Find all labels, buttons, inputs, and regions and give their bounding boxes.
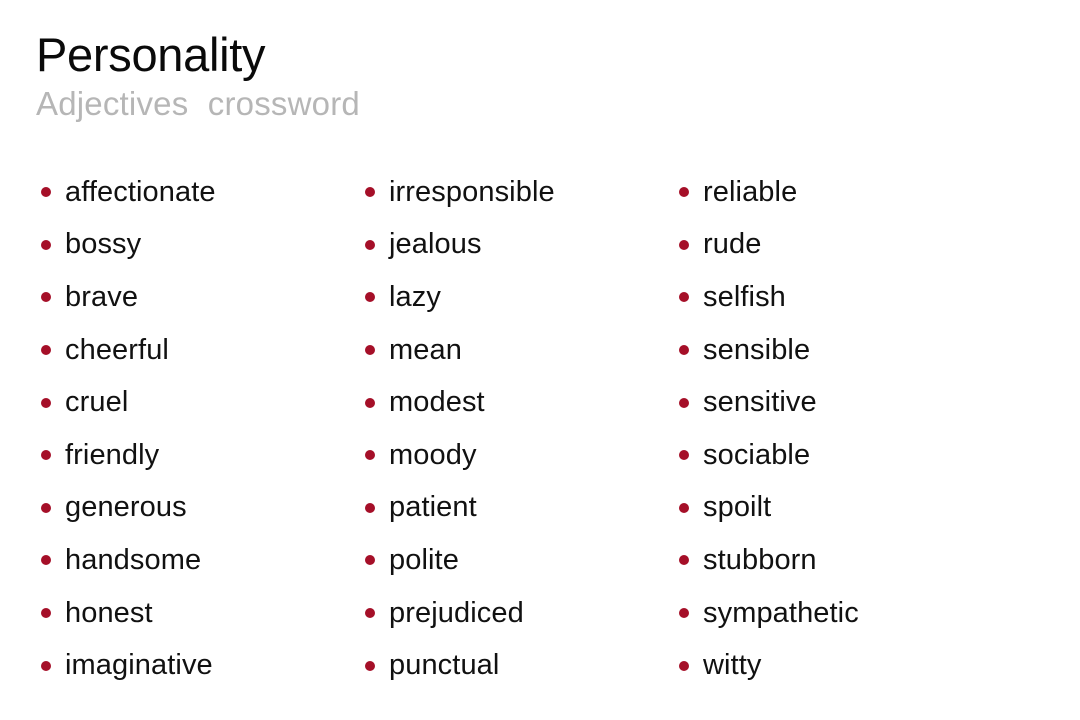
list-item: prejudiced — [360, 587, 674, 640]
list-item: lazy — [360, 271, 674, 324]
bullet-dot-icon — [365, 502, 375, 513]
list-item: witty — [674, 639, 1004, 692]
word-label: lazy — [389, 280, 441, 313]
bullet-dot-icon — [679, 397, 689, 408]
bullet-dot-icon — [679, 345, 689, 356]
word-label: handsome — [65, 543, 202, 576]
list-item: cruel — [36, 376, 360, 429]
bullet-dot-icon — [365, 608, 375, 619]
list-item: patient — [360, 482, 674, 535]
list-item: irresponsible — [360, 166, 674, 219]
word-label: patient — [389, 491, 477, 524]
word-label: sympathetic — [703, 596, 859, 629]
word-label: affectionate — [65, 175, 216, 208]
bullet-dot-icon — [41, 502, 51, 513]
list-item: cheerful — [36, 324, 360, 377]
bullet-dot-icon — [679, 608, 689, 619]
bullet-dot-icon — [41, 555, 51, 566]
word-column-3: reliable rude selfish sensible sensitive… — [674, 166, 1004, 692]
bullet-dot-icon — [679, 292, 689, 303]
word-label: witty — [703, 649, 762, 682]
list-item: mean — [360, 324, 674, 377]
list-item: reliable — [674, 166, 1004, 219]
list-item: friendly — [36, 429, 360, 482]
list-item: generous — [36, 482, 360, 535]
list-item: spoilt — [674, 482, 1004, 535]
slide-header: Personality Adjectives crossword — [36, 30, 1036, 124]
bullet-dot-icon — [365, 239, 375, 250]
slide-root: Personality Adjectives crossword affecti… — [0, 0, 1080, 720]
list-item: rude — [674, 219, 1004, 272]
bullet-dot-icon — [365, 555, 375, 566]
word-label: cheerful — [65, 333, 169, 366]
word-label: sociable — [703, 438, 811, 471]
word-label: imaginative — [65, 649, 213, 682]
word-label: prejudiced — [389, 596, 524, 629]
list-item: moody — [360, 429, 674, 482]
list-item: punctual — [360, 639, 674, 692]
page-title: Personality — [36, 28, 266, 81]
word-label: punctual — [389, 649, 500, 682]
bullet-dot-icon — [679, 555, 689, 566]
word-label: jealous — [389, 228, 482, 261]
word-label: modest — [389, 386, 485, 419]
word-label: cruel — [65, 386, 129, 419]
bullet-dot-icon — [41, 292, 51, 303]
word-label: polite — [389, 543, 459, 576]
word-label: honest — [65, 596, 153, 629]
bullet-dot-icon — [365, 397, 375, 408]
bullet-dot-icon — [41, 397, 51, 408]
word-label: mean — [389, 333, 462, 366]
bullet-dot-icon — [41, 608, 51, 619]
word-label: friendly — [65, 438, 160, 471]
bullet-dot-icon — [679, 187, 689, 198]
list-item: honest — [36, 587, 360, 640]
bullet-dot-icon — [41, 187, 51, 198]
list-item: sensitive — [674, 376, 1004, 429]
word-label: bossy — [65, 228, 142, 261]
word-label: sensible — [703, 333, 811, 366]
list-item: stubborn — [674, 534, 1004, 587]
bullet-dot-icon — [365, 345, 375, 356]
page-subtitle: Adjectives crossword — [36, 85, 360, 123]
bullet-dot-icon — [41, 239, 51, 250]
word-column-1: affectionate bossy brave cheerful cruel … — [36, 166, 360, 692]
bullet-dot-icon — [679, 660, 689, 671]
word-label: moody — [389, 438, 477, 471]
word-label: rude — [703, 228, 762, 261]
word-label: spoilt — [703, 491, 772, 524]
list-item: polite — [360, 534, 674, 587]
list-item: handsome — [36, 534, 360, 587]
list-item: modest — [360, 376, 674, 429]
list-item: sympathetic — [674, 587, 1004, 640]
bullet-dot-icon — [41, 660, 51, 671]
word-label: brave — [65, 280, 139, 313]
bullet-dot-icon — [679, 239, 689, 250]
list-item: selfish — [674, 271, 1004, 324]
word-label: selfish — [703, 280, 786, 313]
list-item: affectionate — [36, 166, 360, 219]
word-label: irresponsible — [389, 175, 555, 208]
list-item: jealous — [360, 219, 674, 272]
bullet-dot-icon — [365, 292, 375, 303]
bullet-dot-icon — [365, 187, 375, 198]
word-label: sensitive — [703, 386, 817, 419]
list-item: brave — [36, 271, 360, 324]
list-item: sensible — [674, 324, 1004, 377]
word-label: stubborn — [703, 543, 817, 576]
word-label: reliable — [703, 175, 798, 208]
bullet-dot-icon — [365, 450, 375, 461]
list-item: sociable — [674, 429, 1004, 482]
list-item: imaginative — [36, 639, 360, 692]
list-item: bossy — [36, 219, 360, 272]
word-label: generous — [65, 491, 187, 524]
bullet-dot-icon — [41, 450, 51, 461]
bullet-dot-icon — [41, 345, 51, 356]
bullet-dot-icon — [679, 450, 689, 461]
word-column-2: irresponsible jealous lazy mean modest m… — [360, 166, 674, 692]
adjective-list: affectionate bossy brave cheerful cruel … — [36, 166, 1046, 692]
bullet-dot-icon — [365, 660, 375, 671]
bullet-dot-icon — [679, 502, 689, 513]
